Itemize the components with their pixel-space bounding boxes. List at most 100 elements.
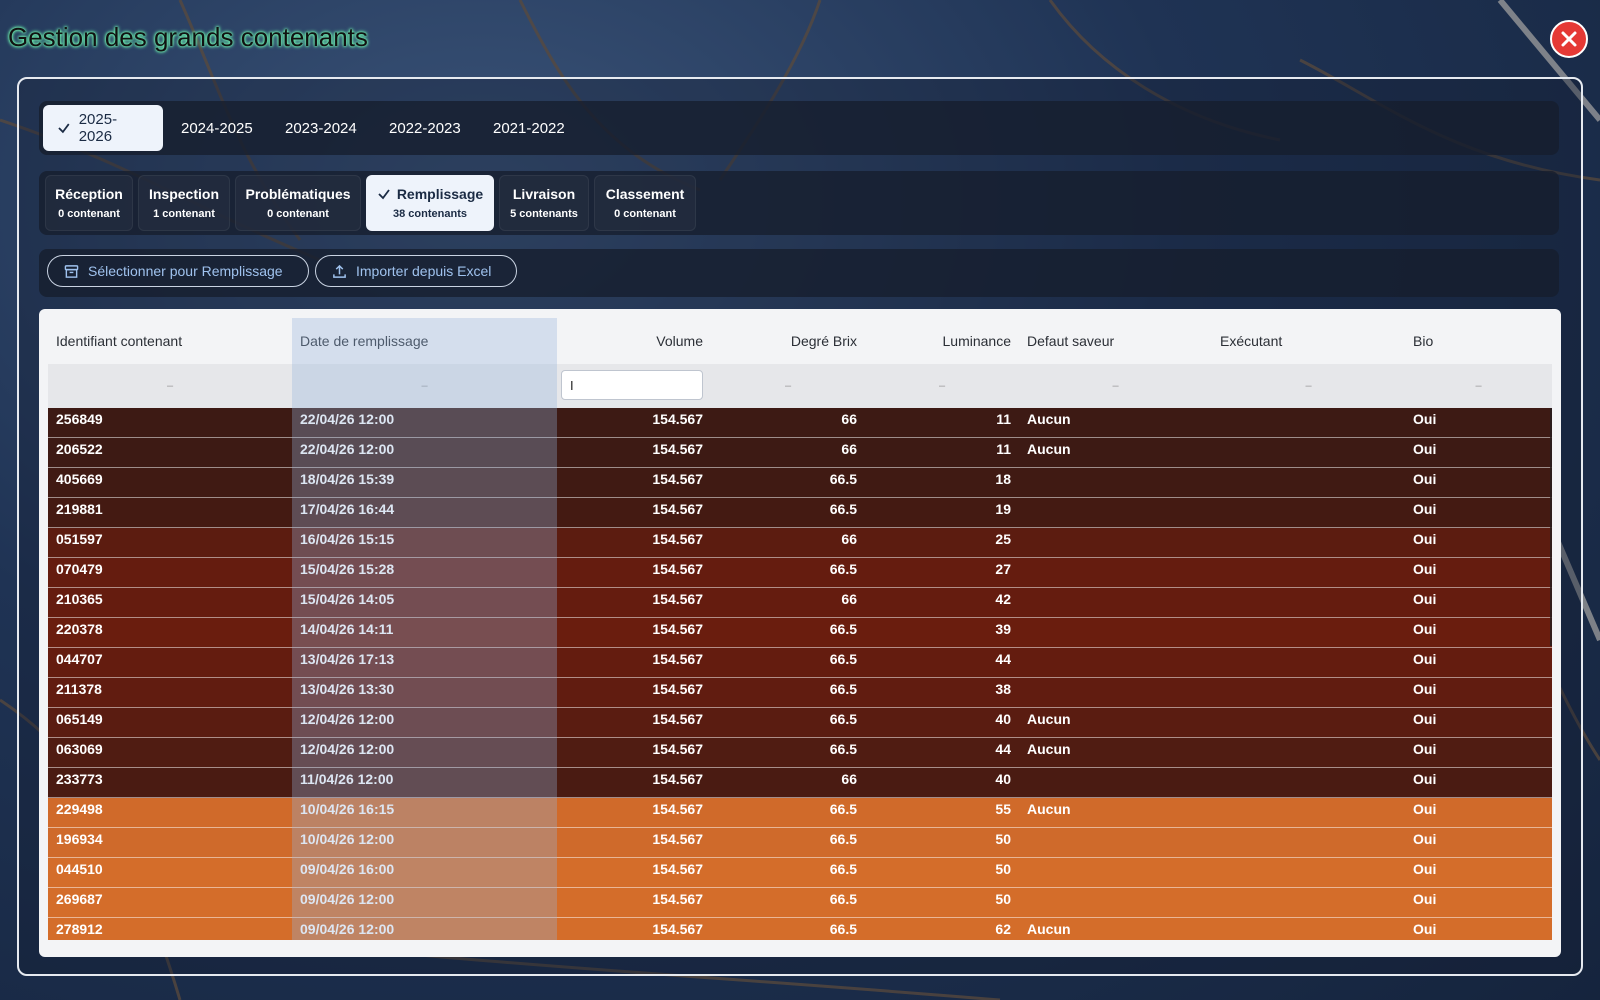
- cell-bio: Oui: [1413, 831, 1437, 847]
- table-row[interactable]: 229498 10/04/26 16:15 154.567 66.5 55 Aucun Ou…: [48, 798, 1552, 828]
- cell-id: 210365: [56, 591, 103, 607]
- table-row[interactable]: 063069 12/04/26 12:00 154.567 66.5 44 Aucun Ou…: [48, 738, 1552, 768]
- cell-bio: Oui: [1413, 561, 1437, 577]
- tab-year-2021-2022[interactable]: 2021-2022: [479, 105, 579, 151]
- tab-classement[interactable]: Classement 0 contenant: [594, 175, 696, 231]
- cell-date: 12/04/26 12:00: [300, 741, 395, 757]
- cell-flavor-defect: [1019, 768, 1212, 797]
- cell-executor: [1212, 798, 1405, 827]
- cell-flavor-defect: Aucun: [1027, 411, 1071, 427]
- cell-volume: 154.567: [652, 921, 703, 937]
- cell-id: 196934: [56, 831, 103, 847]
- table-row[interactable]: 044510 09/04/26 16:00 154.567 66.5 50 Oui: [48, 858, 1552, 888]
- cell-date: 18/04/26 15:39: [300, 471, 395, 487]
- cell-luminance: 62: [995, 921, 1011, 937]
- cell-luminance: 38: [995, 681, 1011, 697]
- cell-executor: [1212, 588, 1405, 617]
- import-excel-button[interactable]: Importer depuis Excel: [315, 255, 517, 287]
- filter-brix[interactable]: –: [711, 364, 865, 408]
- cell-executor: [1212, 618, 1405, 647]
- tab-year-2023-2024[interactable]: 2023-2024: [271, 105, 371, 151]
- filter-id[interactable]: –: [48, 364, 292, 408]
- column-header-luminance[interactable]: Luminance: [865, 318, 1019, 364]
- cell-volume: 154.567: [652, 411, 703, 427]
- tab-livraison[interactable]: Livraison 5 contenants: [499, 175, 589, 231]
- table-row[interactable]: 278912 09/04/26 12:00 154.567 66.5 62 Aucun Ou…: [48, 918, 1552, 940]
- cell-bio: Oui: [1413, 801, 1437, 817]
- cell-luminance: 42: [995, 591, 1011, 607]
- cell-luminance: 44: [995, 741, 1011, 757]
- data-grid: Identifiant contenant Date de remplissag…: [39, 309, 1561, 957]
- table-row[interactable]: 220378 14/04/26 14:11 154.567 66.5 39 Oui: [48, 618, 1552, 648]
- filter-volume-input[interactable]: [561, 370, 703, 400]
- table-row[interactable]: 405669 18/04/26 15:39 154.567 66.5 18 Oui: [48, 468, 1552, 498]
- cell-executor: [1212, 528, 1405, 557]
- tab-reception[interactable]: Réception 0 contenant: [45, 175, 133, 231]
- column-header-bio[interactable]: Bio: [1405, 318, 1552, 364]
- cell-luminance: 50: [995, 891, 1011, 907]
- step-count: 38 contenants: [393, 208, 467, 220]
- tab-year-label: 2024-2025: [181, 119, 253, 137]
- table-row[interactable]: 051597 16/04/26 15:15 154.567 66 25 Oui: [48, 528, 1552, 558]
- table-row[interactable]: 070479 15/04/26 15:28 154.567 66.5 27 Oui: [48, 558, 1552, 588]
- grid-scrollbar[interactable]: [1550, 408, 1552, 646]
- table-row[interactable]: 065149 12/04/26 12:00 154.567 66.5 40 Aucun Ou…: [48, 708, 1552, 738]
- cell-bio: Oui: [1413, 471, 1437, 487]
- filter-executor[interactable]: –: [1212, 364, 1405, 408]
- column-header-id[interactable]: Identifiant contenant: [48, 318, 292, 364]
- cell-bio: Oui: [1413, 531, 1437, 547]
- cell-date: 10/04/26 12:00: [300, 831, 395, 847]
- cell-id: 405669: [56, 471, 103, 487]
- table-row[interactable]: 233773 11/04/26 12:00 154.567 66 40 Oui: [48, 768, 1552, 798]
- table-row[interactable]: 210365 15/04/26 14:05 154.567 66 42 Oui: [48, 588, 1552, 618]
- cell-flavor-defect: [1019, 678, 1212, 707]
- tab-remplissage[interactable]: Remplissage 38 contenants: [366, 175, 494, 231]
- cell-volume: 154.567: [652, 711, 703, 727]
- cell-bio: Oui: [1413, 771, 1437, 787]
- filter-luminance[interactable]: –: [865, 364, 1019, 408]
- table-row[interactable]: 219881 17/04/26 16:44 154.567 66.5 19 Oui: [48, 498, 1552, 528]
- table-row[interactable]: 256849 22/04/26 12:00 154.567 66 11 Aucun Oui: [48, 408, 1552, 438]
- select-for-filling-button[interactable]: Sélectionner pour Remplissage: [47, 255, 309, 287]
- cell-luminance: 40: [995, 711, 1011, 727]
- cell-id: 063069: [56, 741, 103, 757]
- step-label: Classement: [605, 186, 685, 202]
- cell-date: 09/04/26 12:00: [300, 891, 395, 907]
- tab-inspection[interactable]: Inspection 1 contenant: [138, 175, 230, 231]
- table-row[interactable]: 196934 10/04/26 12:00 154.567 66.5 50 Oui: [48, 828, 1552, 858]
- tab-problematiques[interactable]: Problématiques 0 contenant: [235, 175, 361, 231]
- table-row[interactable]: 044707 13/04/26 17:13 154.567 66.5 44 Oui: [48, 648, 1552, 678]
- cell-bio: Oui: [1413, 681, 1437, 697]
- cell-brix: 66.5: [829, 471, 857, 487]
- column-header-date[interactable]: Date de remplissage: [292, 318, 557, 364]
- close-icon: [1561, 31, 1577, 47]
- step-label: Livraison: [512, 186, 576, 202]
- cell-volume: 154.567: [652, 591, 703, 607]
- cell-brix: 66.5: [829, 921, 857, 937]
- cell-luminance: 55: [995, 801, 1011, 817]
- cell-executor: [1212, 678, 1405, 707]
- tab-year-2024-2025[interactable]: 2024-2025: [167, 105, 267, 151]
- year-tab-bar: 2025-2026 2024-2025 2023-2024 2022-2023 …: [39, 101, 1559, 155]
- check-icon: [378, 189, 390, 200]
- tab-year-2022-2023[interactable]: 2022-2023: [375, 105, 475, 151]
- table-row[interactable]: 206522 22/04/26 12:00 154.567 66 11 Aucun Oui: [48, 438, 1552, 468]
- cell-brix: 66.5: [829, 561, 857, 577]
- cell-volume: 154.567: [652, 681, 703, 697]
- cell-volume: 154.567: [652, 741, 703, 757]
- cell-date: 09/04/26 12:00: [300, 921, 395, 937]
- column-header-executor[interactable]: Exécutant: [1212, 318, 1405, 364]
- step-label: Problématiques: [245, 186, 351, 202]
- filter-flavor-defect[interactable]: –: [1019, 364, 1212, 408]
- table-row[interactable]: 269687 09/04/26 12:00 154.567 66.5 50 Oui: [48, 888, 1552, 918]
- column-header-flavor-defect[interactable]: Defaut saveur: [1019, 318, 1212, 364]
- cell-bio: Oui: [1413, 621, 1437, 637]
- filter-date[interactable]: –: [292, 364, 557, 408]
- column-header-brix[interactable]: Degré Brix: [711, 318, 865, 364]
- close-button[interactable]: [1550, 20, 1588, 58]
- cell-volume: 154.567: [652, 531, 703, 547]
- tab-year-2025-2026[interactable]: 2025-2026: [43, 105, 163, 151]
- filter-bio[interactable]: –: [1405, 364, 1552, 408]
- column-header-volume[interactable]: Volume: [557, 318, 711, 364]
- table-row[interactable]: 211378 13/04/26 13:30 154.567 66.5 38 Oui: [48, 678, 1552, 708]
